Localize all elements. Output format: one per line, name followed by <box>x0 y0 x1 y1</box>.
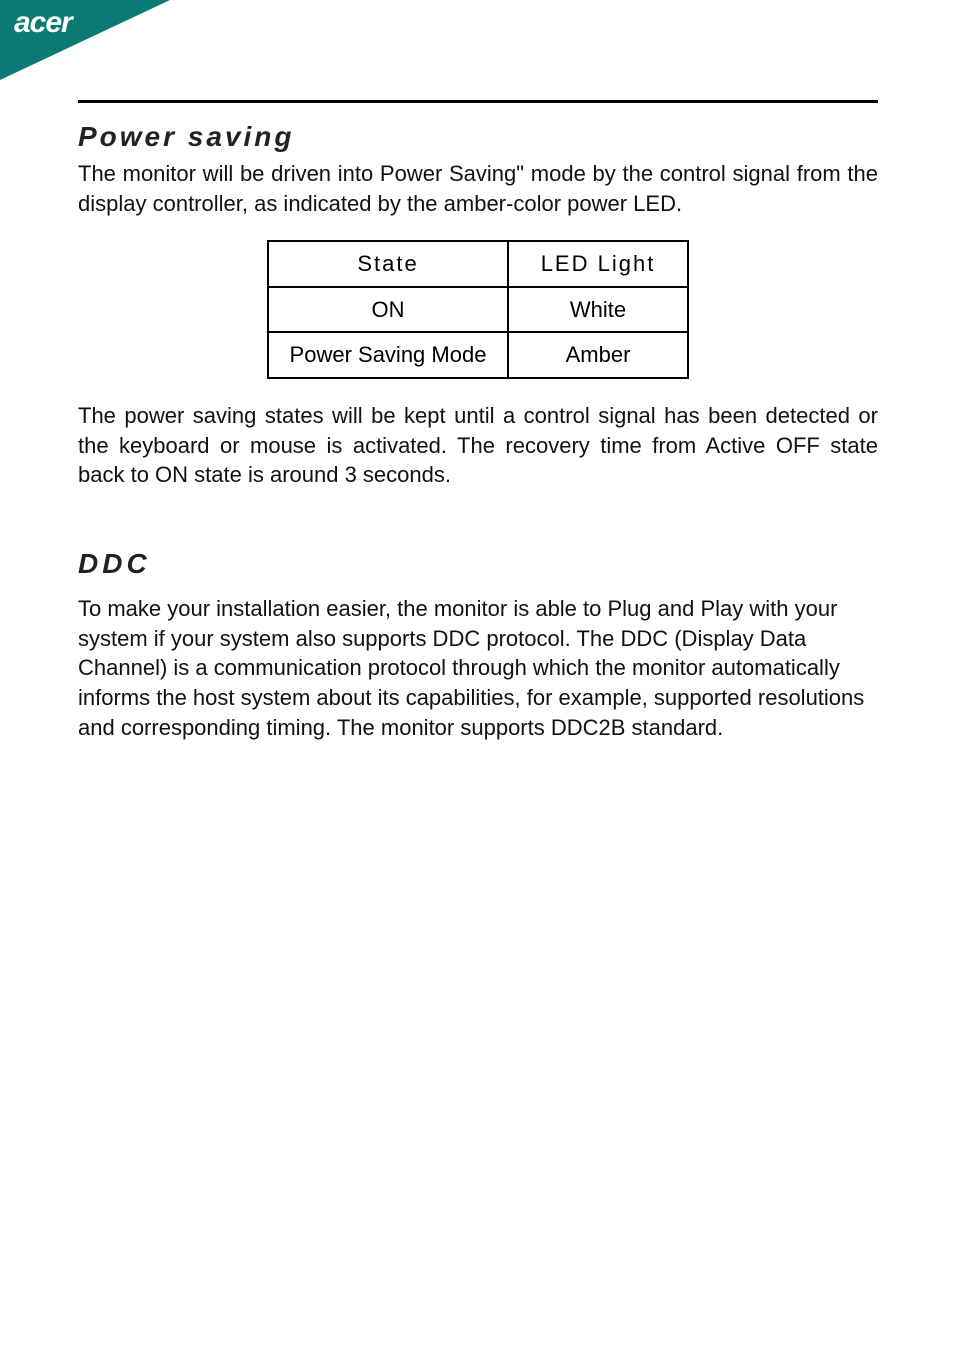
brand-logo: acer <box>14 6 72 40</box>
table-header-state: State <box>268 241 508 287</box>
cell-led: White <box>508 287 688 333</box>
power-saving-intro: The monitor will be driven into Power Sa… <box>78 159 878 218</box>
ddc-heading: DDC <box>78 548 878 580</box>
led-table-wrap: State LED Light ON White Power Saving Mo… <box>78 240 878 379</box>
brand-corner-tab: acer <box>0 0 170 80</box>
table-row: ON White <box>268 287 688 333</box>
led-state-table: State LED Light ON White Power Saving Mo… <box>267 240 689 379</box>
section-gap <box>78 512 878 548</box>
cell-state: ON <box>268 287 508 333</box>
table-row: Power Saving Mode Amber <box>268 332 688 378</box>
manual-page: acer Power saving The monitor will be dr… <box>0 0 954 1355</box>
table-header-row: State LED Light <box>268 241 688 287</box>
power-saving-outro: The power saving states will be kept unt… <box>78 401 878 490</box>
cell-state: Power Saving Mode <box>268 332 508 378</box>
top-rule <box>78 100 878 103</box>
table-header-led: LED Light <box>508 241 688 287</box>
cell-led: Amber <box>508 332 688 378</box>
ddc-body: To make your installation easier, the mo… <box>78 594 878 742</box>
power-saving-heading: Power saving <box>78 121 878 153</box>
page-content: Power saving The monitor will be driven … <box>78 100 878 764</box>
